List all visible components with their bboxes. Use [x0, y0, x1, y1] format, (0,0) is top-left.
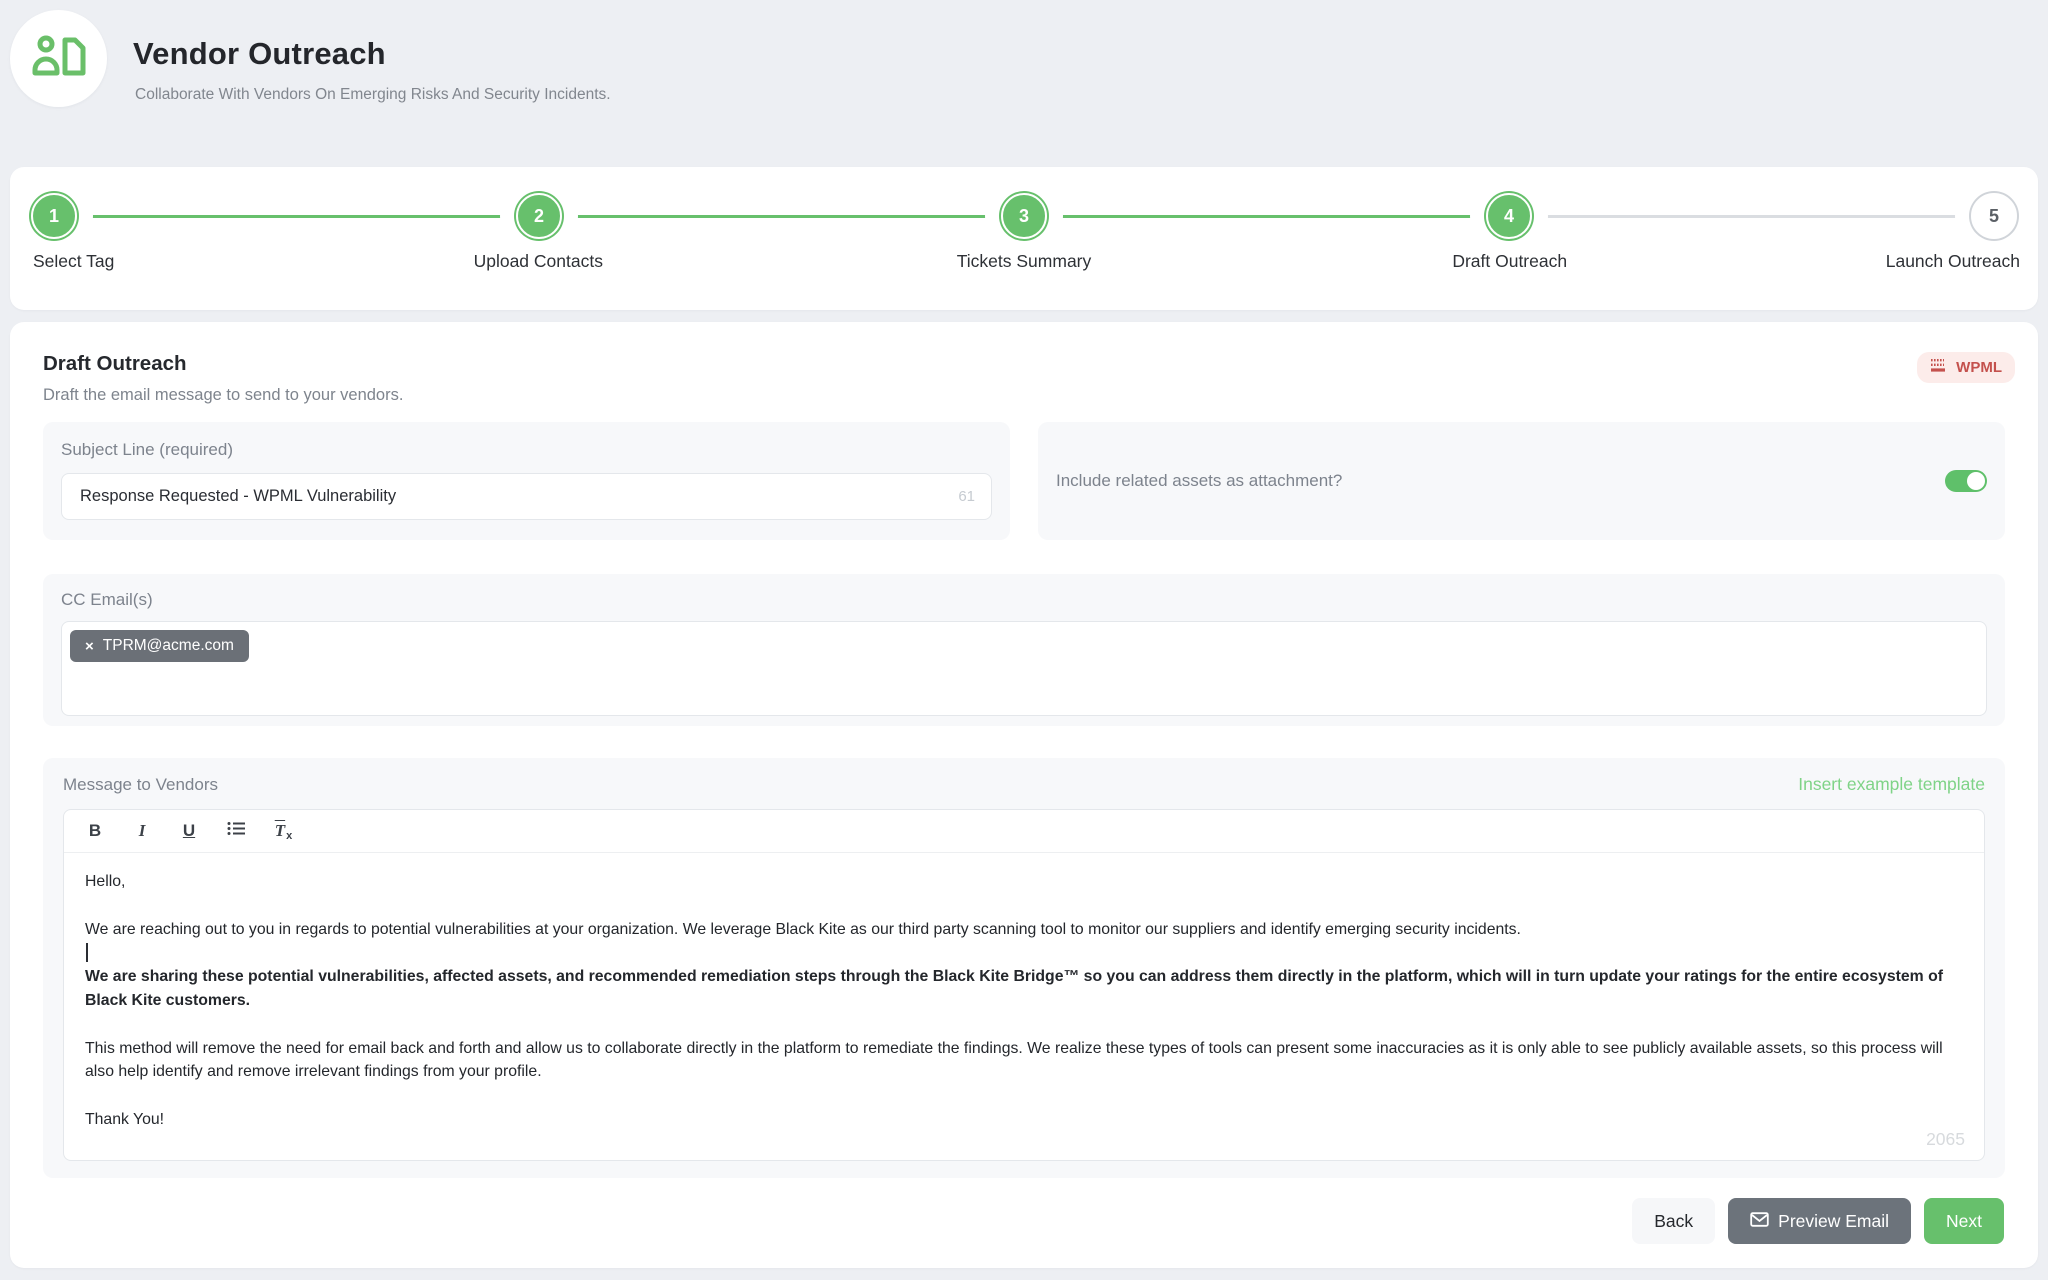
subject-input-wrap: 61 — [61, 473, 992, 520]
step-indicator-3[interactable]: 3 — [1001, 193, 1047, 239]
message-paragraph: This method will remove the need for ema… — [85, 1037, 1963, 1084]
message-header: Message to Vendors Insert example templa… — [63, 774, 1985, 795]
cc-email-chip[interactable]: × TPRM@acme.com — [70, 630, 249, 662]
step-label-launch-outreach: Launch Outreach — [1886, 251, 2020, 272]
section-subtitle: Draft the email message to send to your … — [43, 386, 403, 405]
text-cursor — [86, 943, 88, 962]
message-paragraph: Thank You! — [85, 1108, 1963, 1132]
subject-char-count: 61 — [958, 488, 975, 505]
cc-label: CC Email(s) — [61, 590, 1987, 610]
stepper-row: 1 2 3 4 5 — [10, 167, 2038, 239]
attachment-toggle[interactable] — [1945, 470, 1987, 492]
message-paragraph: Hello, — [85, 870, 1963, 894]
step-connector — [1532, 215, 1971, 218]
step-indicator-5: 5 — [1971, 193, 2017, 239]
step-connector — [77, 215, 516, 218]
cc-email-chip-text: TPRM@acme.com — [103, 637, 234, 655]
message-char-count: 2065 — [1926, 1129, 1965, 1150]
subject-panel: Subject Line (required) 61 — [43, 422, 1010, 540]
cc-panel: CC Email(s) × TPRM@acme.com — [43, 574, 2005, 726]
wizard-stepper: 1 2 3 4 5 Select Tag Upload Contacts Tic… — [10, 167, 2038, 310]
tag-badge-label: WPML — [1956, 359, 2002, 376]
stepper-labels: Select Tag Upload Contacts Tickets Summa… — [10, 251, 2038, 287]
step-label-upload-contacts: Upload Contacts — [474, 251, 603, 272]
subject-toggle-row: Subject Line (required) 61 Include relat… — [43, 422, 2005, 540]
preview-email-button[interactable]: Preview Email — [1728, 1198, 1911, 1244]
clear-formatting-icon[interactable]: Tx — [273, 821, 293, 841]
step-connector — [562, 215, 1001, 218]
underline-icon[interactable]: U — [179, 821, 199, 841]
section-title: Draft Outreach — [43, 352, 187, 376]
page-title: Vendor Outreach — [133, 36, 386, 72]
cc-input[interactable]: × TPRM@acme.com — [61, 621, 1987, 716]
subject-label: Subject Line (required) — [61, 440, 992, 460]
editor-toolbar: B I U Tx — [64, 810, 1984, 853]
step-indicator-4[interactable]: 4 — [1486, 193, 1532, 239]
rich-text-editor: B I U Tx Hello, We are reach — [63, 809, 1985, 1161]
tag-badge-wpml: WPML — [1917, 352, 2015, 383]
step-connector — [1047, 215, 1486, 218]
bullet-list-icon[interactable] — [226, 821, 246, 841]
wpml-lines-icon — [1930, 358, 1949, 377]
page-header: Vendor Outreach Collaborate With Vendors… — [0, 0, 2048, 150]
next-button[interactable]: Next — [1924, 1198, 2004, 1244]
subject-input[interactable] — [78, 486, 946, 507]
step-indicator-1[interactable]: 1 — [31, 193, 77, 239]
bold-icon[interactable]: B — [85, 821, 105, 841]
person-document-icon — [30, 32, 88, 85]
preview-email-label: Preview Email — [1778, 1211, 1889, 1232]
step-label-draft-outreach: Draft Outreach — [1452, 251, 1567, 272]
attachment-toggle-label: Include related assets as attachment? — [1056, 471, 1342, 491]
step-label-select-tag: Select Tag — [33, 251, 114, 272]
insert-template-link[interactable]: Insert example template — [1798, 774, 1985, 795]
message-panel: Message to Vendors Insert example templa… — [43, 758, 2005, 1178]
step-indicator-2[interactable]: 2 — [516, 193, 562, 239]
footer-actions: Back Preview Email Next — [1632, 1198, 2004, 1244]
italic-icon[interactable]: I — [132, 821, 152, 841]
message-body-input[interactable]: Hello, We are reaching out to you in reg… — [64, 853, 1984, 1161]
page-subtitle: Collaborate With Vendors On Emerging Ris… — [135, 86, 611, 104]
message-label: Message to Vendors — [63, 775, 218, 795]
toggle-knob — [1967, 472, 1985, 490]
back-button[interactable]: Back — [1632, 1198, 1715, 1244]
avatar — [10, 10, 107, 107]
message-paragraph-bold: We are sharing these potential vulnerabi… — [85, 965, 1963, 1012]
step-label-tickets-summary: Tickets Summary — [957, 251, 1092, 272]
draft-outreach-panel: Draft Outreach Draft the email message t… — [10, 322, 2038, 1268]
envelope-icon — [1750, 1211, 1769, 1232]
message-paragraph: We are reaching out to you in regards to… — [85, 918, 1963, 942]
attachment-toggle-panel: Include related assets as attachment? — [1038, 422, 2005, 540]
chip-remove-icon[interactable]: × — [85, 639, 94, 654]
